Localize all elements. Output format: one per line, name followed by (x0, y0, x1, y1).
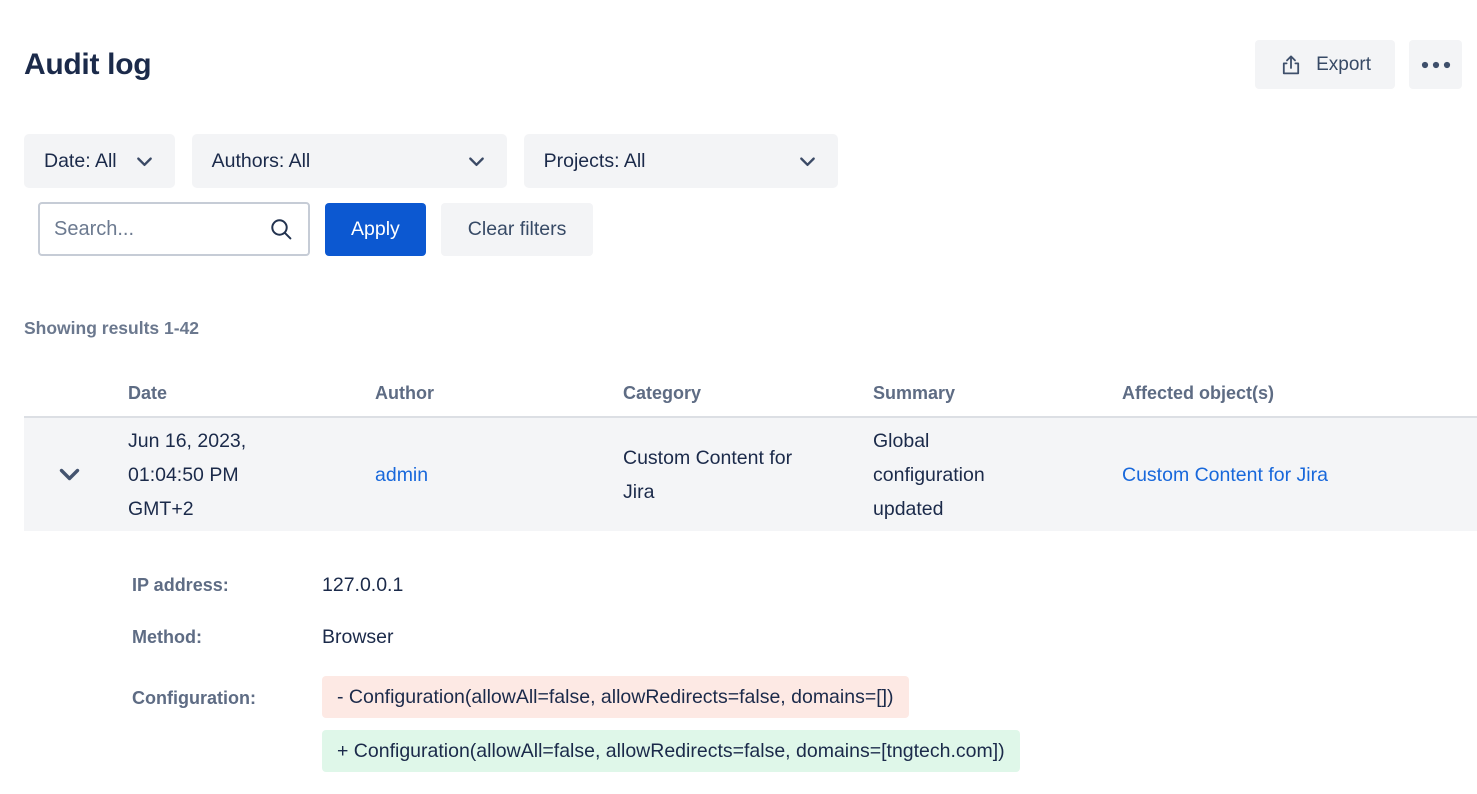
cell-summary: Global configuration updated (873, 424, 1122, 526)
method-value: Browser (322, 624, 394, 651)
row-expander-cell (24, 464, 128, 486)
date-filter-label: Date: All (44, 150, 117, 173)
filter-bar: Date: All Authors: All Projects: All (24, 134, 1477, 188)
date-filter-dropdown[interactable]: Date: All (24, 134, 175, 188)
search-box (38, 202, 310, 256)
header-actions: Export (1255, 40, 1462, 89)
audit-log-page: Audit log Export (0, 0, 1477, 772)
column-header-expander (24, 383, 128, 403)
authors-filter-dropdown[interactable]: Authors: All (192, 134, 507, 188)
column-header-summary: Summary (873, 383, 1122, 403)
chevron-down-icon (797, 152, 818, 171)
column-header-category: Category (623, 383, 873, 403)
table-header-row: Date Author Category Summary Affected ob… (24, 383, 1477, 416)
cell-date: Jun 16, 2023, 01:04:50 PM GMT+2 (128, 424, 375, 526)
row-collapse-button[interactable] (55, 464, 84, 486)
page-title: Audit log (24, 48, 151, 82)
detail-row-method: Method: Browser (132, 624, 1477, 651)
projects-filter-label: Projects: All (544, 150, 646, 173)
search-input[interactable] (54, 218, 269, 241)
column-header-author: Author (375, 383, 623, 403)
more-actions-button[interactable] (1409, 40, 1462, 89)
search-icon (269, 217, 294, 242)
ip-address-value: 127.0.0.1 (322, 572, 403, 599)
configuration-label: Configuration: (132, 676, 322, 712)
chevron-down-icon (134, 152, 155, 171)
page-header: Audit log Export (0, 0, 1477, 89)
results-summary: Showing results 1-42 (24, 318, 1477, 339)
configuration-added-line: + Configuration(allowAll=false, allowRed… (322, 730, 1020, 772)
cell-category: Custom Content for Jira (623, 441, 873, 509)
clear-filters-button[interactable]: Clear filters (441, 203, 594, 256)
apply-button[interactable]: Apply (325, 203, 426, 256)
column-header-date: Date (128, 383, 375, 403)
authors-filter-label: Authors: All (212, 150, 311, 173)
method-label: Method: (132, 624, 322, 651)
column-header-affected: Affected object(s) (1122, 383, 1477, 403)
row-details: IP address: 127.0.0.1 Method: Browser Co… (132, 572, 1477, 772)
export-button[interactable]: Export (1255, 40, 1395, 89)
ip-address-label: IP address: (132, 572, 322, 599)
cell-affected-objects: Custom Content for Jira (1122, 458, 1477, 492)
detail-row-configuration: Configuration: - Configuration(allowAll=… (132, 676, 1477, 772)
author-link[interactable]: admin (375, 464, 428, 486)
detail-row-ip: IP address: 127.0.0.1 (132, 572, 1477, 599)
affected-object-link[interactable]: Custom Content for Jira (1122, 464, 1328, 486)
projects-filter-dropdown[interactable]: Projects: All (524, 134, 838, 188)
audit-log-table: Date Author Category Summary Affected ob… (24, 383, 1477, 772)
configuration-removed-line: - Configuration(allowAll=false, allowRed… (322, 676, 909, 718)
export-button-label: Export (1316, 54, 1371, 76)
chevron-down-icon (466, 152, 487, 171)
table-row: Jun 16, 2023, 01:04:50 PM GMT+2 admin Cu… (24, 416, 1477, 531)
cell-author: admin (375, 458, 623, 492)
search-row: Apply Clear filters (38, 202, 1477, 256)
ellipsis-icon (1421, 61, 1451, 69)
configuration-diff: - Configuration(allowAll=false, allowRed… (322, 676, 1020, 772)
chevron-down-icon (59, 468, 80, 482)
upload-icon (1279, 53, 1303, 77)
